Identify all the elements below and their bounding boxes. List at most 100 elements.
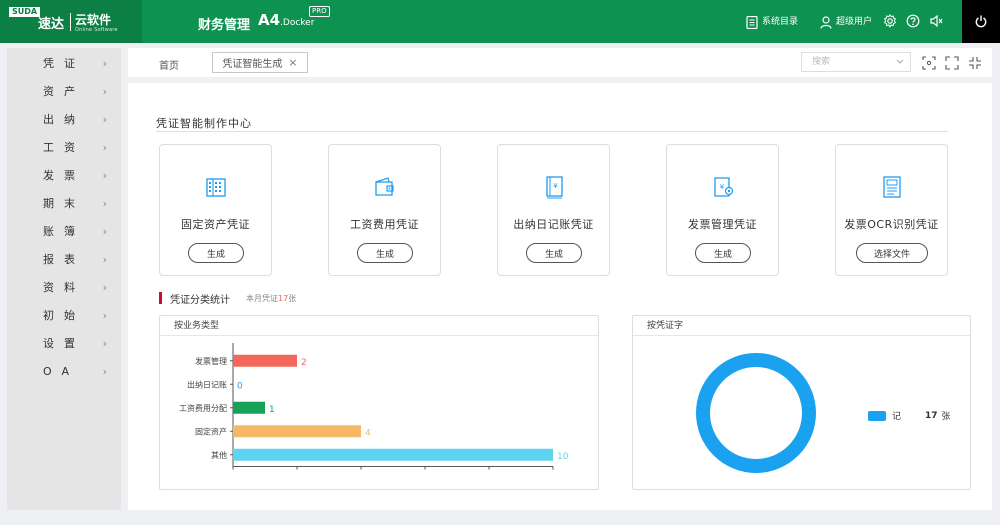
sidebar-item-cashier[interactable]: 出纳 ›	[7, 105, 121, 133]
generate-button[interactable]: 生成	[526, 243, 582, 263]
chevron-right-icon: ›	[102, 252, 107, 266]
tab-bar: 首页 凭证智能生成 × 搜索	[128, 48, 992, 77]
panel-title: 按业务类型	[160, 316, 598, 336]
sidebar-item-reports[interactable]: 报表 ›	[7, 245, 121, 273]
panel-by-business-type: 按业务类型 发票管理 2 出纳日记账 0 工资费用分配 1 固定资产 4 其他 10	[159, 315, 599, 490]
legend-label: 记	[892, 412, 902, 422]
tab-home[interactable]: 首页	[159, 57, 179, 72]
sidebar-item-period-end[interactable]: 期末 ›	[7, 189, 121, 217]
svg-text:¥: ¥	[553, 182, 558, 190]
y-tick-label: 工资费用分配	[179, 403, 227, 413]
generate-button[interactable]: 生成	[357, 243, 413, 263]
bar	[233, 401, 265, 414]
panel-title: 按凭证字	[633, 316, 970, 336]
sidebar-item-master-data[interactable]: 资料 ›	[7, 273, 121, 301]
sidebar-item-settings[interactable]: 设置 ›	[7, 329, 121, 357]
bar	[233, 354, 297, 367]
y-tick-label: 固定资产	[195, 426, 227, 436]
sidebar-item-voucher[interactable]: 凭证 ›	[7, 49, 121, 77]
main-panel: 凭证智能制作中心 固定资产凭证 生成 工资费用凭证 生成 ¥ 出纳日记账凭证 生…	[128, 83, 992, 510]
user-name: 超级用户	[836, 17, 873, 27]
donut-legend: 记 17 张	[868, 409, 951, 422]
search-select[interactable]: 搜索	[801, 52, 911, 72]
stats-sub-suffix: 张	[288, 294, 297, 303]
exit-fullscreen-icon[interactable]	[968, 56, 982, 70]
y-tick-label: 出纳日记账	[187, 379, 227, 389]
bar-chart: 发票管理 2 出纳日记账 0 工资费用分配 1 固定资产 4 其他 10	[179, 343, 569, 470]
brand-sub: .Docker	[280, 18, 315, 28]
chevron-right-icon: ›	[102, 308, 107, 322]
tab-voucher-generation[interactable]: 凭证智能生成 ×	[212, 52, 308, 73]
locate-icon[interactable]	[922, 56, 936, 70]
stats-sub-prefix: 本月凭证	[246, 294, 278, 303]
bar	[233, 448, 553, 461]
card-fixed-asset-voucher: 固定资产凭证 生成	[159, 144, 272, 276]
invoice-icon: ¥	[714, 177, 734, 197]
legend-unit: 张	[941, 412, 951, 422]
power-button[interactable]	[962, 0, 1000, 43]
logo-divider	[70, 13, 71, 31]
system-catalog-link[interactable]: 系统目录	[746, 15, 798, 29]
chevron-right-icon: ›	[102, 224, 107, 238]
donut-slice	[696, 353, 816, 473]
chevron-right-icon: ›	[102, 364, 107, 378]
brand-main: A4	[258, 11, 281, 29]
close-icon[interactable]: ×	[288, 56, 297, 69]
sidebar-item-label: 工资	[43, 141, 85, 154]
sidebar-item-assets[interactable]: 资产 ›	[7, 77, 121, 105]
sidebar-item-label: 出纳	[43, 113, 85, 126]
wallet-icon	[375, 177, 394, 196]
y-tick-label: 其他	[211, 450, 227, 460]
logo[interactable]: SUDA 速达 云软件 Online Software	[0, 0, 142, 43]
sidebar-item-label: 凭证	[43, 57, 85, 70]
power-icon	[975, 15, 987, 28]
legend-swatch	[868, 410, 886, 421]
sidebar-item-payroll[interactable]: 工资 ›	[7, 133, 121, 161]
help-icon[interactable]	[906, 14, 920, 28]
top-header: SUDA 速达 云软件 Online Software 财务管理 A4.Dock…	[0, 0, 1000, 43]
chevron-right-icon: ›	[102, 196, 107, 210]
sidebar-item-label: 初始	[43, 309, 85, 322]
catalog-icon	[746, 15, 758, 29]
stats-subtitle: 本月凭证17张	[246, 293, 296, 304]
sidebar-item-invoice[interactable]: 发票 ›	[7, 161, 121, 189]
stats-accent-bar	[159, 292, 162, 304]
sidebar-item-ledgers[interactable]: 账簿 ›	[7, 217, 121, 245]
bar-value-label: 10	[557, 452, 569, 462]
fullscreen-icon[interactable]	[945, 56, 959, 70]
user-menu[interactable]: 超级用户	[820, 15, 872, 29]
donut-chart	[696, 353, 816, 473]
generate-button[interactable]: 生成	[188, 243, 244, 263]
pro-badge: PRO	[309, 6, 330, 17]
settings-icon[interactable]	[883, 14, 897, 28]
svg-text:¥: ¥	[720, 183, 725, 191]
sidebar-item-label: 期末	[43, 197, 85, 210]
sidebar-item-oa[interactable]: OA ›	[7, 357, 121, 385]
select-file-button[interactable]: 选择文件	[856, 243, 928, 263]
cash-book-icon: ¥	[546, 176, 563, 199]
card-invoice-voucher: ¥ 发票管理凭证 生成	[666, 144, 779, 276]
y-tick-label: 发票管理	[195, 356, 227, 366]
stats-sub-count: 17	[278, 294, 289, 303]
card-ocr-invoice-voucher: 发票OCR识别凭证 选择文件	[835, 144, 948, 276]
speaker-icon[interactable]	[929, 14, 943, 28]
card-label: 出纳日记账凭证	[513, 218, 594, 231]
generate-button[interactable]: 生成	[695, 243, 751, 263]
sidebar-item-initial[interactable]: 初始 ›	[7, 301, 121, 329]
sidebar-item-label: 资料	[43, 281, 85, 294]
panel-by-voucher-word: 按凭证字 记 17 张	[632, 315, 971, 490]
card-label: 工资费用凭证	[350, 218, 419, 231]
logo-name: 速达	[38, 17, 65, 32]
chevron-right-icon: ›	[102, 280, 107, 294]
logo-badge: SUDA	[9, 7, 41, 17]
card-label: 固定资产凭证	[181, 218, 250, 231]
sidebar-item-label: 资产	[43, 85, 85, 98]
system-catalog-label: 系统目录	[762, 17, 799, 27]
search-placeholder: 搜索	[812, 57, 831, 67]
logo-subtitle: Online Software	[75, 27, 118, 33]
app-name: 财务管理	[198, 18, 251, 33]
card-label: 发票OCR识别凭证	[844, 218, 939, 231]
sidebar-item-label: OA	[43, 364, 79, 378]
chevron-right-icon: ›	[102, 84, 107, 98]
card-payroll-voucher: 工资费用凭证 生成	[328, 144, 441, 276]
